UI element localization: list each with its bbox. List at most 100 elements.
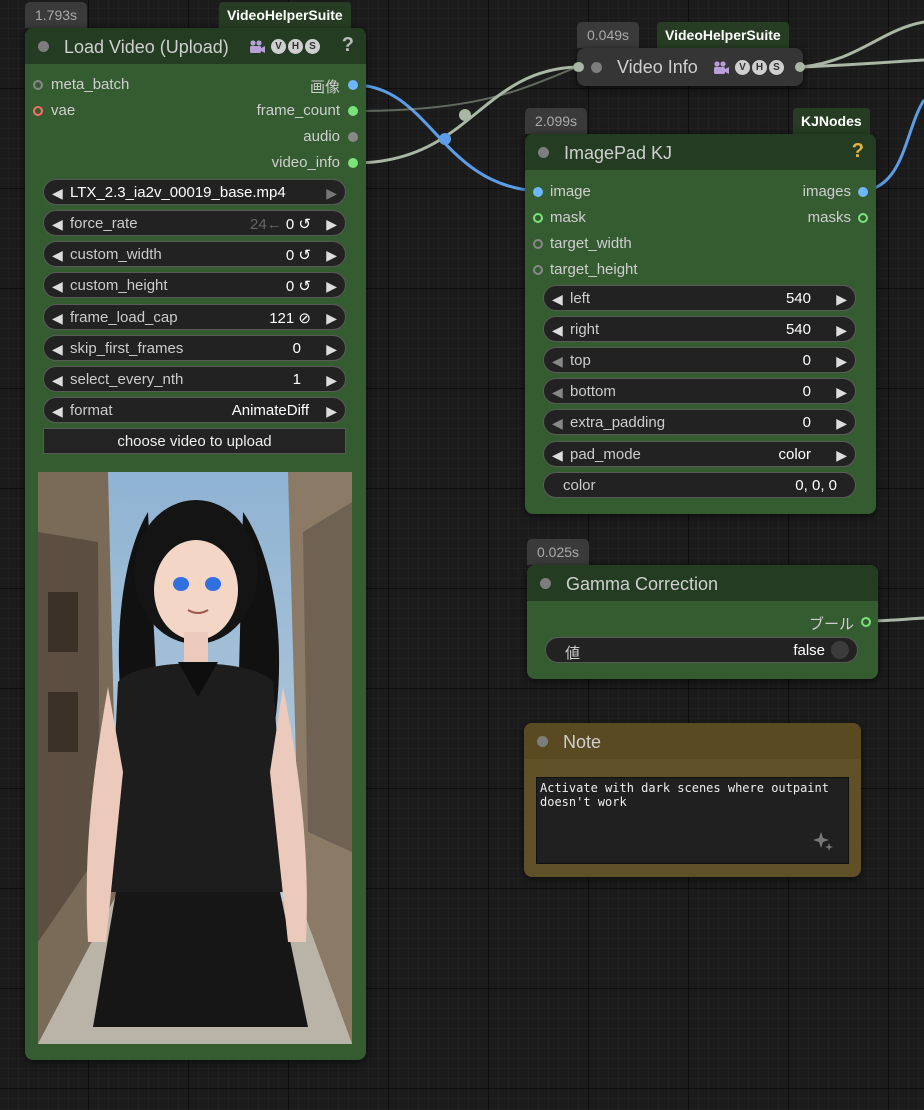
- arrow-right-icon[interactable]: ▶: [326, 185, 337, 202]
- input-dot-icon[interactable]: [533, 213, 543, 223]
- left-widget[interactable]: ◀ left 540 ▶: [543, 285, 856, 311]
- collapse-dot-icon[interactable]: [537, 736, 548, 747]
- skip-first-frames-widget[interactable]: ◀ skip_first_frames 0 ▶: [43, 335, 346, 361]
- input-slot-target-height[interactable]: target_height: [533, 261, 638, 278]
- vhs-letter: V: [271, 39, 286, 54]
- arrow-right-icon[interactable]: ▶: [326, 372, 337, 389]
- input-dot-icon[interactable]: [533, 239, 543, 249]
- load-video-node[interactable]: Load Video (Upload) V H S ? meta_batch v…: [25, 28, 366, 1060]
- gamma-title-bar[interactable]: Gamma Correction: [527, 565, 878, 601]
- arrow-right-icon[interactable]: ▶: [836, 291, 847, 308]
- arrow-left-icon[interactable]: ◀: [552, 384, 563, 401]
- reset-icon[interactable]: ↺: [298, 278, 311, 295]
- arrow-left-icon[interactable]: ◀: [52, 278, 63, 295]
- input-dot-icon[interactable]: [33, 80, 43, 90]
- output-dot-icon[interactable]: [348, 158, 358, 168]
- arrow-right-icon[interactable]: ▶: [836, 384, 847, 401]
- arrow-left-icon[interactable]: ◀: [552, 415, 563, 432]
- extra-padding-widget[interactable]: ◀ extra_padding 0 ▶: [543, 409, 856, 435]
- value-toggle-widget[interactable]: 値 false: [545, 637, 858, 663]
- select-every-nth-widget[interactable]: ◀ select_every_nth 1 ▶: [43, 366, 346, 392]
- load-video-title-bar[interactable]: Load Video (Upload) V H S ?: [25, 28, 366, 64]
- input-dot-icon[interactable]: [33, 106, 43, 116]
- collapse-dot-icon[interactable]: [591, 62, 602, 73]
- arrow-left-icon[interactable]: ◀: [52, 403, 63, 420]
- note-title-bar[interactable]: Note: [524, 723, 861, 759]
- input-slot-image[interactable]: image: [533, 183, 591, 200]
- disabled-icon[interactable]: ⊘: [298, 310, 311, 327]
- reset-icon[interactable]: ↺: [298, 216, 311, 233]
- output-slot-masks[interactable]: masks: [808, 209, 868, 226]
- arrow-left-icon[interactable]: ◀: [52, 216, 63, 233]
- arrow-right-icon[interactable]: ▶: [326, 278, 337, 295]
- note-title: Note: [563, 732, 602, 752]
- arrow-left-icon[interactable]: ◀: [552, 447, 563, 464]
- input-slot-vae[interactable]: vae: [33, 102, 75, 119]
- video-file-combo[interactable]: ◀ LTX_2.3_ia2v_00019_base.mp4 ▶: [43, 179, 346, 205]
- input-dot-icon[interactable]: [533, 265, 543, 275]
- arrow-right-icon[interactable]: ▶: [326, 216, 337, 233]
- output-dot-icon[interactable]: [858, 187, 868, 197]
- toggle-switch-icon[interactable]: [831, 641, 849, 659]
- arrow-left-icon[interactable]: ◀: [552, 353, 563, 370]
- reset-icon[interactable]: ↺: [298, 247, 311, 264]
- gamma-correction-node[interactable]: Gamma Correction ブール 値 false: [527, 565, 878, 679]
- input-slot-target-width[interactable]: target_width: [533, 235, 632, 252]
- collapse-dot-icon[interactable]: [540, 578, 551, 589]
- video-info-node[interactable]: Video Info V H S: [574, 48, 805, 86]
- arrow-right-icon[interactable]: ▶: [836, 322, 847, 339]
- output-slot-boolean[interactable]: ブール: [809, 613, 871, 634]
- arrow-right-icon[interactable]: ▶: [326, 310, 337, 327]
- force-rate-widget[interactable]: ◀ force_rate 24← 0 ↺ ▶: [43, 210, 346, 236]
- frame-load-cap-widget[interactable]: ◀ frame_load_cap 121 ⊘ ▶: [43, 304, 346, 330]
- arrow-right-icon[interactable]: ▶: [326, 341, 337, 358]
- output-slot-images[interactable]: images: [803, 183, 868, 200]
- note-node[interactable]: Note Activate with dark scenes where out…: [524, 723, 861, 877]
- arrow-left-icon[interactable]: ◀: [52, 372, 63, 389]
- right-widget[interactable]: ◀ right 540 ▶: [543, 316, 856, 342]
- input-dot-icon[interactable]: [574, 62, 584, 72]
- output-dot-icon[interactable]: [348, 80, 358, 90]
- imagepad-node[interactable]: ImagePad KJ ? image mask target_width ta…: [525, 134, 876, 514]
- output-slot-audio[interactable]: audio: [303, 128, 358, 145]
- sparkle-icon[interactable]: [811, 830, 835, 852]
- arrow-left-icon[interactable]: ◀: [52, 185, 63, 202]
- output-dot-icon[interactable]: [348, 132, 358, 142]
- output-dot-icon[interactable]: [858, 213, 868, 223]
- imagepad-title-bar[interactable]: ImagePad KJ ?: [525, 134, 876, 170]
- input-dot-icon[interactable]: [533, 187, 543, 197]
- note-textarea[interactable]: Activate with dark scenes where outpaint…: [536, 777, 849, 864]
- output-dot-icon[interactable]: [348, 106, 358, 116]
- help-icon[interactable]: ?: [342, 34, 354, 57]
- help-icon[interactable]: ?: [852, 140, 864, 163]
- output-slot-image[interactable]: 画像: [310, 76, 358, 97]
- arrow-left-icon[interactable]: ◀: [52, 341, 63, 358]
- arrow-left-icon[interactable]: ◀: [52, 310, 63, 327]
- pad-mode-combo[interactable]: ◀ pad_mode color ▶: [543, 441, 856, 467]
- arrow-left-icon[interactable]: ◀: [552, 322, 563, 339]
- arrow-left-icon[interactable]: ◀: [552, 291, 563, 308]
- format-combo[interactable]: ◀ format AnimateDiff ▶: [43, 397, 346, 423]
- choose-video-upload-button[interactable]: choose video to upload: [43, 428, 346, 454]
- bottom-widget[interactable]: ◀ bottom 0 ▶: [543, 378, 856, 404]
- arrow-right-icon[interactable]: ▶: [326, 247, 337, 264]
- arrow-right-icon[interactable]: ▶: [836, 415, 847, 432]
- output-dot-icon[interactable]: [861, 617, 871, 627]
- collapse-dot-icon[interactable]: [38, 41, 49, 52]
- output-slot-frame-count[interactable]: frame_count: [257, 102, 358, 119]
- input-slot-mask[interactable]: mask: [533, 209, 586, 226]
- input-label: target_height: [550, 261, 638, 278]
- color-text-widget[interactable]: color 0, 0, 0: [543, 472, 856, 498]
- arrow-right-icon[interactable]: ▶: [326, 403, 337, 420]
- custom-height-widget[interactable]: ◀ custom_height 0 ↺ ▶: [43, 272, 346, 298]
- input-slot-meta-batch[interactable]: meta_batch: [33, 76, 129, 93]
- arrow-right-icon[interactable]: ▶: [836, 447, 847, 464]
- wire-videoinfo-out-1: [801, 20, 924, 69]
- output-dot-icon[interactable]: [795, 62, 805, 72]
- arrow-right-icon[interactable]: ▶: [836, 353, 847, 370]
- arrow-left-icon[interactable]: ◀: [52, 247, 63, 264]
- top-widget[interactable]: ◀ top 0 ▶: [543, 347, 856, 373]
- collapse-dot-icon[interactable]: [538, 147, 549, 158]
- output-slot-video-info[interactable]: video_info: [272, 154, 358, 171]
- custom-width-widget[interactable]: ◀ custom_width 0 ↺ ▶: [43, 241, 346, 267]
